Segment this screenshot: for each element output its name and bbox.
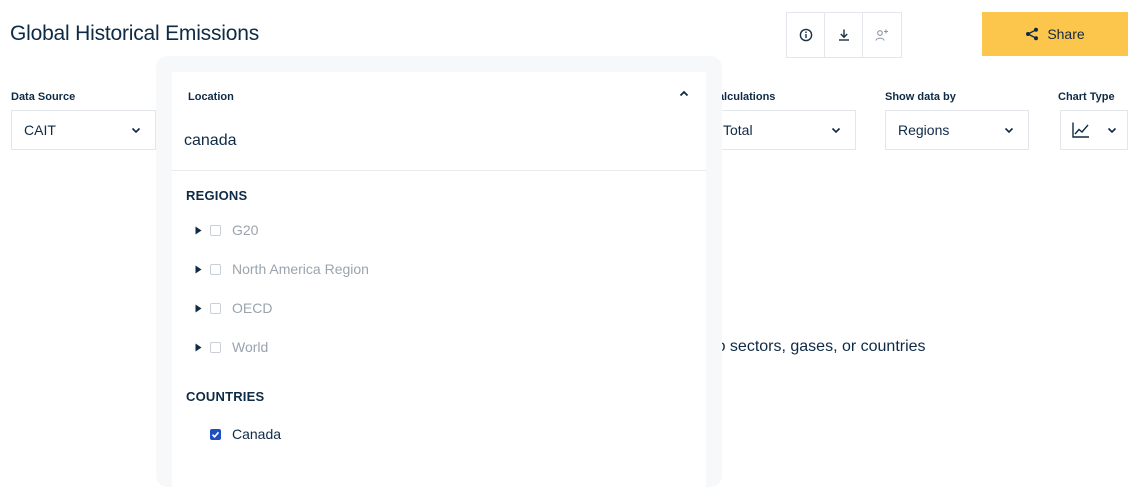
expand-arrow-icon[interactable] bbox=[192, 302, 204, 314]
page-title: Global Historical Emissions bbox=[10, 22, 260, 45]
data-source-label: Data Source bbox=[11, 91, 76, 103]
checkbox[interactable] bbox=[210, 224, 221, 236]
download-button[interactable] bbox=[824, 12, 863, 58]
region-option-g20[interactable]: G20 bbox=[192, 220, 258, 240]
country-option-canada[interactable]: Canada bbox=[210, 424, 281, 444]
info-button[interactable] bbox=[786, 12, 825, 58]
data-source-value: CAIT bbox=[24, 122, 56, 138]
regions-group-title: REGIONS bbox=[186, 188, 248, 203]
chevron-down-icon bbox=[1002, 123, 1016, 137]
region-option-north-america[interactable]: North America Region bbox=[192, 259, 369, 279]
share-label: Share bbox=[1047, 26, 1085, 42]
option-label: OECD bbox=[232, 300, 273, 316]
option-label: North America Region bbox=[232, 261, 369, 277]
share-button[interactable]: Share bbox=[982, 12, 1128, 56]
share-icon bbox=[1026, 27, 1039, 41]
countries-group-title: COUNTRIES bbox=[186, 389, 265, 404]
calculations-select[interactable]: Total bbox=[710, 110, 856, 150]
expand-arrow-icon[interactable] bbox=[192, 263, 204, 275]
chart-type-select[interactable] bbox=[1060, 110, 1128, 150]
chevron-down-icon bbox=[1105, 123, 1119, 137]
option-label: World bbox=[232, 339, 269, 355]
calculations-value: Total bbox=[723, 122, 753, 138]
chevron-up-icon[interactable] bbox=[676, 86, 692, 100]
data-source-select[interactable]: CAIT bbox=[11, 110, 156, 150]
option-label: G20 bbox=[232, 222, 259, 238]
show-data-by-select[interactable]: Regions bbox=[885, 110, 1029, 150]
chevron-down-icon bbox=[129, 123, 143, 137]
add-user-icon bbox=[875, 29, 888, 41]
chart-type-label: Chart Type bbox=[1058, 91, 1115, 103]
expand-arrow-icon[interactable] bbox=[192, 224, 204, 236]
chevron-down-icon bbox=[829, 123, 843, 137]
location-search-input[interactable] bbox=[184, 132, 664, 150]
divider bbox=[172, 170, 706, 171]
location-dropdown[interactable]: Location REGIONS G20 North America Regio… bbox=[172, 72, 706, 487]
show-data-by-label: Show data by bbox=[885, 91, 956, 103]
download-icon bbox=[839, 29, 849, 41]
location-label: Location bbox=[188, 91, 234, 103]
empty-state-message: " to sectors, gases, or countries bbox=[702, 338, 926, 355]
show-data-by-value: Regions bbox=[898, 122, 950, 138]
expand-arrow-icon[interactable] bbox=[192, 341, 204, 353]
checkbox[interactable] bbox=[210, 341, 221, 353]
line-chart-icon bbox=[1072, 122, 1089, 138]
option-label: Canada bbox=[232, 426, 282, 442]
region-option-oecd[interactable]: OECD bbox=[192, 298, 272, 318]
checkbox-checked[interactable] bbox=[210, 428, 221, 440]
checkbox[interactable] bbox=[210, 263, 221, 275]
checkmark-icon bbox=[211, 431, 220, 438]
add-user-button[interactable] bbox=[862, 12, 902, 58]
checkbox[interactable] bbox=[210, 302, 221, 314]
region-option-world[interactable]: World bbox=[192, 337, 268, 357]
info-icon bbox=[799, 28, 813, 42]
